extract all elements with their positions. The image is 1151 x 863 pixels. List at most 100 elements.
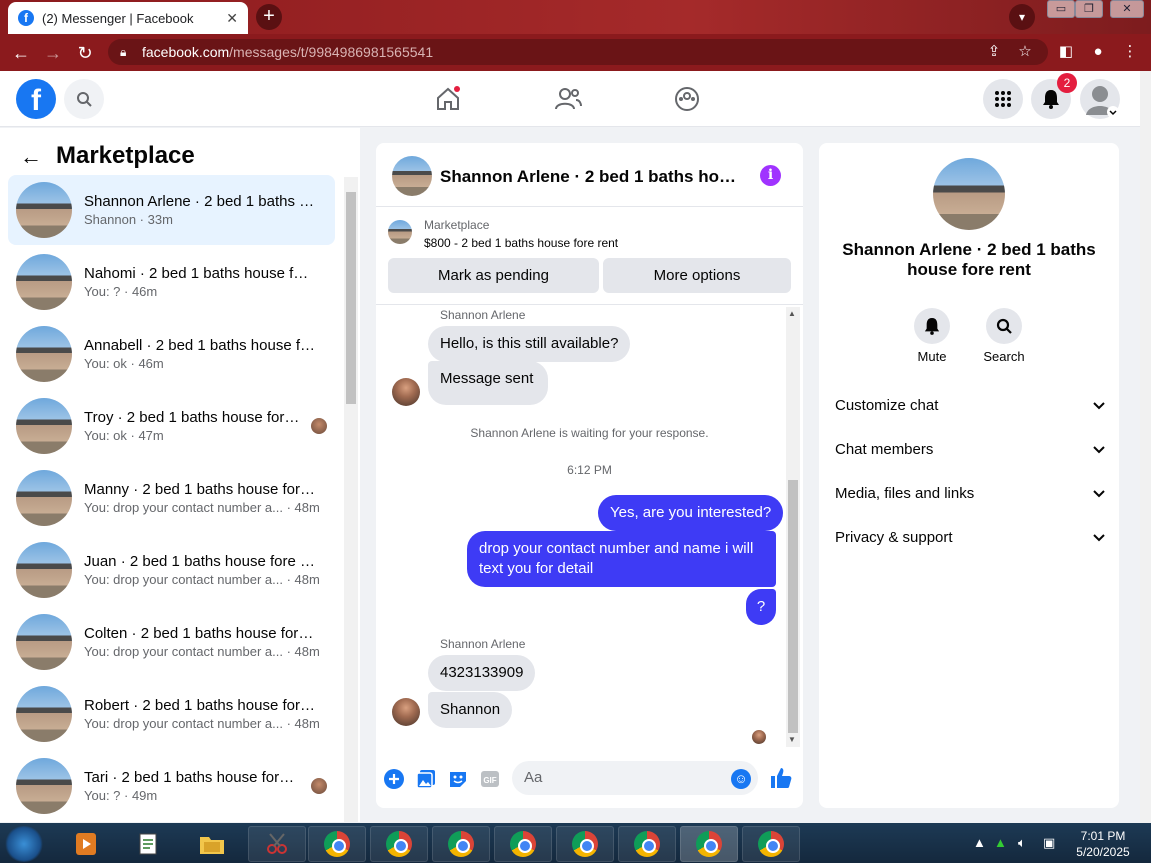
listing-thumbnail — [16, 326, 72, 382]
notepad-icon[interactable] — [120, 826, 176, 862]
info-icon[interactable]: i — [760, 165, 781, 186]
outgoing-message[interactable]: drop your contact number and name i will… — [467, 531, 776, 587]
conversation-name: Colten · 2 bed 1 baths house fore rent — [84, 625, 316, 642]
chrome-window-icon[interactable] — [618, 826, 676, 862]
chat-profile-name: Shannon Arlene · 2 bed 1 baths house for… — [842, 240, 1096, 279]
file-explorer-icon[interactable] — [184, 826, 240, 862]
mute-bell-icon[interactable] — [914, 308, 950, 344]
chevron-down-icon — [1093, 398, 1105, 413]
emoji-icon[interactable]: ☺ — [731, 769, 751, 789]
tray-expand-icon[interactable]: ▲ — [973, 835, 986, 850]
chrome-menu-icon[interactable]: ⋮ — [1118, 40, 1142, 64]
chat-avatar[interactable] — [392, 156, 432, 196]
incoming-message[interactable]: Message sent — [428, 361, 548, 405]
sender-avatar[interactable] — [392, 378, 420, 406]
thumbs-up-icon[interactable] — [769, 766, 793, 790]
sender-name: Shannon Arlene — [440, 637, 526, 651]
chat-scrollbar-thumb[interactable] — [788, 480, 798, 733]
customize-chat-row[interactable]: Customize chat — [835, 387, 1105, 423]
snipping-tool-icon[interactable] — [248, 826, 306, 862]
chrome-window-icon-active[interactable] — [680, 826, 738, 862]
conversation-item[interactable]: Robert · 2 bed 1 baths house fore rent Yo… — [8, 679, 335, 749]
more-options-button[interactable]: More options — [603, 258, 791, 293]
page-scrollbar[interactable] — [1140, 71, 1151, 823]
incoming-message[interactable]: 4323133909 — [428, 655, 536, 691]
conversation-item[interactable]: Tari · 2 bed 1 baths house fore rent You:… — [8, 751, 335, 821]
search-icon[interactable] — [986, 308, 1022, 344]
mute-label[interactable]: Mute — [902, 349, 962, 364]
share-icon[interactable]: ⇪ — [982, 40, 1006, 64]
chrome-window-icon[interactable] — [556, 826, 614, 862]
scroll-down-icon[interactable]: ▼ — [788, 735, 796, 744]
clock-date: 5/20/2025 — [1076, 845, 1130, 859]
chat-profile-avatar[interactable] — [933, 158, 1005, 230]
incoming-message[interactable]: Shannon — [428, 692, 513, 728]
bookmark-star-icon[interactable]: ☆ — [1013, 40, 1037, 64]
new-tab-button[interactable]: + — [256, 4, 282, 30]
taskbar-clock[interactable]: 7:01 PM 5/20/2025 — [1068, 828, 1138, 860]
home-icon[interactable] — [428, 80, 468, 118]
chrome-window-icon[interactable] — [494, 826, 552, 862]
conversation-preview: You: drop your contact number a... · 48m — [84, 644, 320, 659]
tab-close-icon[interactable]: ✕ — [226, 10, 238, 27]
plus-circle-icon[interactable] — [383, 768, 405, 790]
conversation-item[interactable]: Nahomi · 2 bed 1 baths house fore rent Yo… — [8, 247, 335, 317]
photo-icon[interactable] — [415, 768, 437, 790]
privacy-support-row[interactable]: Privacy & support — [835, 519, 1105, 555]
divider — [376, 304, 803, 305]
menu-grid-icon[interactable] — [983, 79, 1023, 119]
waiting-notice: Shannon Arlene is waiting for your respo… — [470, 426, 709, 440]
friends-icon[interactable] — [548, 80, 588, 118]
conversation-item[interactable]: Manny · 2 bed 1 baths house fore rent You… — [8, 463, 335, 533]
volume-icon[interactable]: 🔈︎ — [1018, 835, 1026, 851]
maximize-button[interactable]: ❐ — [1075, 0, 1103, 18]
profile-icon[interactable]: ● — [1086, 40, 1110, 64]
chrome-window-icon[interactable] — [432, 826, 490, 862]
sidebar-scrollbar-thumb[interactable] — [346, 192, 356, 404]
gif-icon[interactable]: GIF — [479, 768, 501, 790]
search-label[interactable]: Search — [974, 349, 1034, 364]
chat-members-row[interactable]: Chat members — [835, 431, 1105, 467]
conversation-item[interactable]: Colten · 2 bed 1 baths house fore rent Yo… — [8, 607, 335, 677]
conversation-item[interactable]: Annabell · 2 bed 1 baths house fore rent… — [8, 319, 335, 389]
address-bar[interactable]: 🔒︎ facebook.com/messages/t/9984986981565… — [108, 39, 1048, 65]
groups-icon[interactable] — [667, 80, 707, 118]
listing-thumbnail — [16, 758, 72, 814]
start-button[interactable] — [4, 826, 44, 862]
listing-price[interactable]: $800 - 2 bed 1 baths house fore rent — [424, 236, 618, 250]
conversation-item[interactable]: Juan · 2 bed 1 baths house fore rent You:… — [8, 535, 335, 605]
marketplace-label: Marketplace — [424, 218, 490, 232]
conversation-preview: You: drop your contact number a... · 48m — [84, 500, 320, 515]
conversation-item[interactable]: Troy · 2 bed 1 baths house fore rent You:… — [8, 391, 335, 461]
outgoing-message[interactable]: Yes, are you interested? — [598, 495, 784, 531]
network-icon[interactable]: ▣ — [1043, 835, 1055, 851]
chrome-window-icon[interactable] — [742, 826, 800, 862]
mark-as-pending-button[interactable]: Mark as pending — [388, 258, 599, 293]
media-files-links-row[interactable]: Media, files and links — [835, 475, 1105, 511]
sender-avatar[interactable] — [392, 698, 420, 726]
reload-icon[interactable]: ↻ — [72, 40, 98, 66]
facebook-logo[interactable]: f — [16, 79, 56, 119]
forward-icon[interactable]: → — [40, 40, 66, 66]
outgoing-message[interactable]: ? — [746, 589, 776, 625]
close-window-button[interactable]: ✕ — [1110, 0, 1144, 18]
media-player-icon[interactable] — [58, 826, 114, 862]
search-icon[interactable] — [64, 79, 104, 119]
chat-title[interactable]: Shannon Arlene · 2 bed 1 baths house for… — [440, 167, 740, 187]
scroll-up-icon[interactable]: ▲ — [788, 309, 796, 318]
conversation-preview: You: ok · 47m — [84, 428, 164, 443]
browser-tab[interactable]: f (2) Messenger | Facebook ✕ — [8, 2, 248, 34]
back-arrow-icon[interactable]: ← — [20, 144, 42, 170]
side-panel-icon[interactable]: ◧ — [1054, 40, 1078, 64]
minimize-button[interactable]: ▭ — [1047, 0, 1075, 18]
message-input[interactable]: Aa — [512, 761, 758, 795]
back-icon[interactable]: ← — [8, 40, 34, 66]
chrome-window-icon[interactable] — [370, 826, 428, 862]
account-avatar[interactable] — [1080, 79, 1120, 119]
tab-search-button[interactable]: ▾ — [1009, 4, 1035, 30]
tray-app-icon[interactable]: ▲ — [994, 835, 1007, 850]
incoming-message[interactable]: Hello, is this still available? — [428, 326, 631, 362]
sticker-icon[interactable] — [447, 768, 469, 790]
chrome-window-icon[interactable] — [308, 826, 366, 862]
conversation-item[interactable]: Shannon Arlene · 2 bed 1 baths house for… — [8, 175, 335, 245]
